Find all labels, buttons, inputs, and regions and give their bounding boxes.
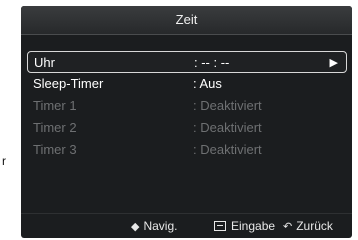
time-menu-panel: Zeit Uhr : -- : -- ▶ Sleep-Timer : Aus T… xyxy=(21,6,352,238)
menu-item-label: Timer 2 xyxy=(33,120,77,135)
button-hints-bar: ◆ Navig. Eingabe ↶ Zurück xyxy=(21,213,352,238)
hint-back: ↶ Zurück xyxy=(283,214,333,238)
menu-item-value: : Deaktiviert xyxy=(193,142,262,157)
right-triangle-icon: ▶ xyxy=(329,57,338,69)
menu-item-uhr[interactable]: Uhr : -- : -- ▶ xyxy=(27,51,347,73)
menu-item-value: : -- : -- xyxy=(194,55,230,70)
menu-item-value: : Aus xyxy=(193,76,222,91)
menu-item-value: : Deaktiviert xyxy=(193,98,262,113)
hint-navigate: ◆ Navig. xyxy=(131,214,177,238)
hint-enter-label: Eingabe xyxy=(231,219,276,233)
enter-icon xyxy=(214,221,226,231)
menu-title: Zeit xyxy=(21,6,352,35)
hint-back-label: Zurück xyxy=(296,219,333,233)
menu-item-timer-2: Timer 2 : Deaktiviert xyxy=(27,117,347,139)
menu-item-label: Sleep-Timer xyxy=(33,76,104,91)
menu-item-label: Timer 1 xyxy=(33,98,77,113)
hint-navigate-label: Navig. xyxy=(143,219,178,233)
hint-enter: Eingabe xyxy=(214,214,275,238)
menu-item-label: Uhr xyxy=(34,55,55,70)
stray-text: r xyxy=(2,154,6,168)
menu-item-timer-1: Timer 1 : Deaktiviert xyxy=(27,95,347,117)
menu-item-sleep-timer[interactable]: Sleep-Timer : Aus xyxy=(27,73,347,95)
menu-item-timer-3: Timer 3 : Deaktiviert xyxy=(27,139,347,161)
return-icon: ↶ xyxy=(283,221,293,233)
menu-list: Uhr : -- : -- ▶ Sleep-Timer : Aus Timer … xyxy=(27,51,347,161)
updown-arrows-icon: ◆ xyxy=(131,221,140,233)
menu-item-value: : Deaktiviert xyxy=(193,120,262,135)
menu-item-label: Timer 3 xyxy=(33,142,77,157)
